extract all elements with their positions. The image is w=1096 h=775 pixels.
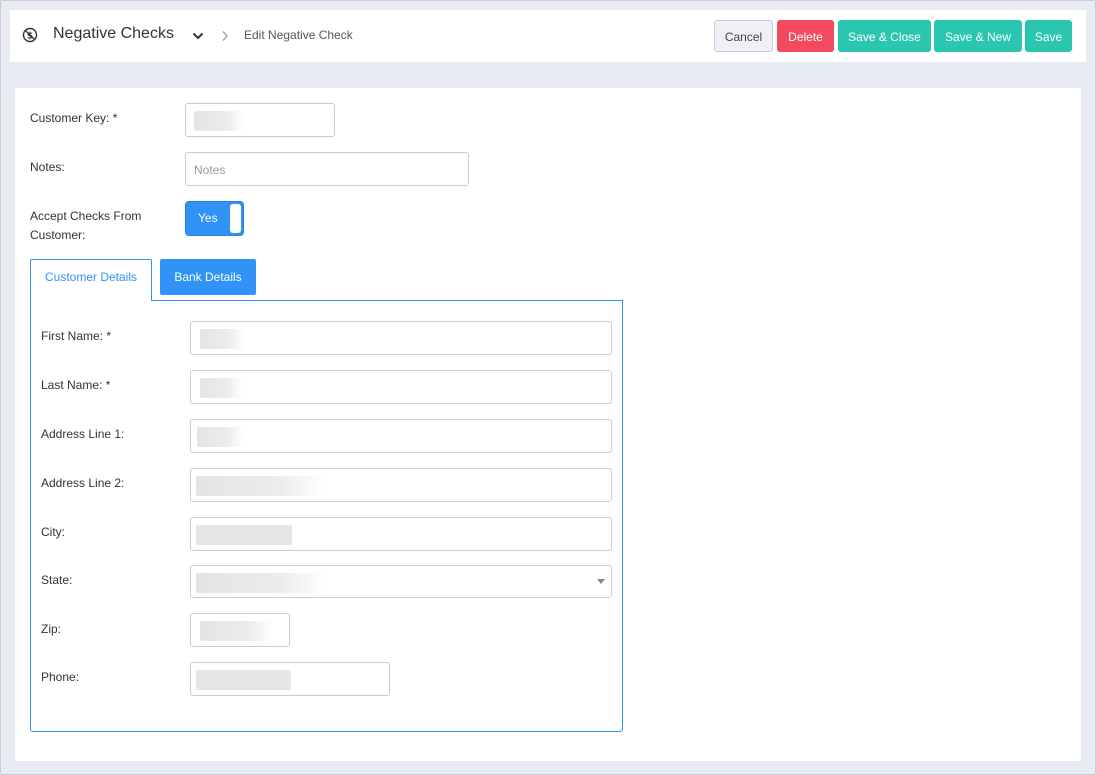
phone-label: Phone: xyxy=(41,670,80,684)
city-label: City: xyxy=(41,525,65,539)
save-new-button[interactable]: Save & New xyxy=(934,20,1022,52)
caret-down-icon xyxy=(597,579,605,584)
accept-checks-toggle[interactable]: Yes xyxy=(185,201,244,236)
redacted-value xyxy=(196,573,326,593)
notes-input[interactable]: Notes xyxy=(185,152,469,186)
redacted-value xyxy=(200,329,244,349)
redacted-value xyxy=(196,670,291,690)
save-button[interactable]: Save xyxy=(1025,20,1072,52)
customer-key-label: Customer Key: * xyxy=(30,111,118,125)
notes-label: Notes: xyxy=(30,160,65,174)
last-name-input[interactable] xyxy=(190,370,612,404)
customer-key-input[interactable] xyxy=(185,103,335,137)
address-line-2-input[interactable] xyxy=(190,468,612,502)
address-line-2-label: Address Line 2: xyxy=(41,476,125,490)
chevron-down-icon[interactable] xyxy=(192,31,204,41)
accept-checks-label-line1: Accept Checks From xyxy=(30,209,142,223)
breadcrumb-current: Edit Negative Check xyxy=(244,28,353,42)
redacted-value xyxy=(200,378,242,398)
first-name-label: First Name: * xyxy=(41,329,112,343)
header-bar: $ Negative Checks Edit Negative Check Ca… xyxy=(10,10,1086,62)
accept-checks-label-line2: Customer: xyxy=(30,228,86,242)
address-line-1-input[interactable] xyxy=(190,419,612,453)
city-input[interactable] xyxy=(190,517,612,551)
zip-input[interactable] xyxy=(190,613,290,647)
zip-label: Zip: xyxy=(41,622,62,636)
first-name-input[interactable] xyxy=(190,321,612,355)
tab-customer-details[interactable]: Customer Details xyxy=(30,259,152,301)
module-title: Negative Checks xyxy=(53,25,174,42)
customer-details-pane: First Name: * Last Name: * Address Line … xyxy=(30,300,623,732)
chevron-right-icon xyxy=(222,31,228,41)
notes-placeholder: Notes xyxy=(194,163,226,177)
redacted-value xyxy=(200,621,274,641)
form-panel: Customer Key: * Notes: Notes Accept Chec… xyxy=(15,88,1081,761)
last-name-label: Last Name: * xyxy=(41,378,111,392)
no-dollar-icon: $ xyxy=(22,27,38,43)
redacted-value xyxy=(194,111,244,131)
delete-button[interactable]: Delete xyxy=(777,20,834,52)
address-line-1-label: Address Line 1: xyxy=(41,427,125,441)
phone-input[interactable] xyxy=(190,662,390,696)
state-select[interactable] xyxy=(190,565,612,598)
redacted-value xyxy=(196,476,324,496)
redacted-value xyxy=(196,525,292,545)
cancel-button[interactable]: Cancel xyxy=(714,20,773,52)
tab-bank-details[interactable]: Bank Details xyxy=(160,259,256,295)
toggle-knob xyxy=(230,204,241,233)
save-close-button[interactable]: Save & Close xyxy=(838,20,931,52)
redacted-value xyxy=(197,427,243,447)
state-label: State: xyxy=(41,573,73,587)
toggle-value: Yes xyxy=(198,211,218,225)
